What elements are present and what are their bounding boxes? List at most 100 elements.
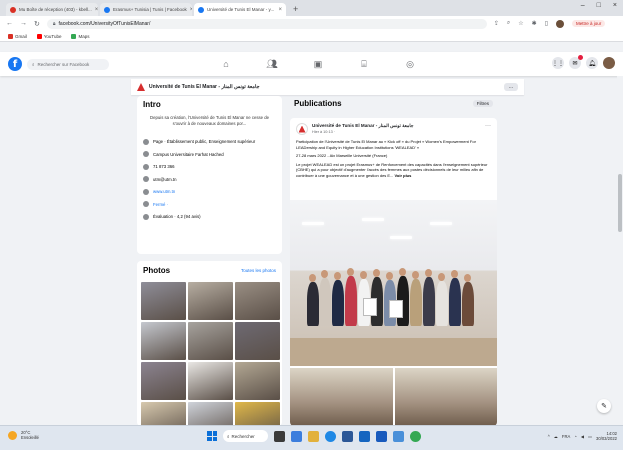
photo-thumbnail[interactable] — [188, 282, 233, 320]
post-photo-thumbnail[interactable] — [394, 368, 497, 426]
person — [410, 279, 422, 326]
photo-thumbnail[interactable] — [235, 322, 280, 360]
publications-header: Publications Filtres — [290, 96, 497, 110]
minimize-icon[interactable]: – — [581, 2, 585, 9]
new-tab-icon[interactable]: + — [288, 4, 303, 16]
facebook-nav-tabs: ⌂ 👥︎ ▣ ⌸ ◎ — [218, 52, 418, 76]
ceiling-light — [302, 222, 324, 225]
profile-avatar[interactable] — [556, 19, 565, 28]
intro-row-text: utm@utm.tn — [153, 176, 177, 182]
post-options-icon[interactable]: ··· — [485, 123, 491, 129]
bookmark-label: Maps — [78, 33, 90, 39]
volume-icon[interactable]: ◀ — [581, 434, 584, 439]
update-button[interactable]: Mettre à jour — [572, 20, 606, 27]
maximize-icon[interactable]: □ — [597, 2, 601, 9]
mail-icon[interactable] — [359, 430, 370, 442]
battery-icon[interactable]: ▭ — [588, 434, 592, 439]
taskbar-search[interactable]: ⌕ Rechercher — [223, 430, 268, 442]
url-field[interactable]: 🔒︎ facebook.com/UniversityOfTunisElManar… — [46, 18, 487, 29]
language-indicator[interactable]: FRA — [562, 434, 570, 439]
notifications-bell-icon[interactable]: 🔔︎ — [586, 57, 598, 69]
intro-description: Depuis sa création, l'Université de Tuni… — [149, 115, 270, 127]
reload-icon[interactable]: ↻ — [34, 20, 40, 28]
scrollbar-thumb[interactable] — [618, 174, 622, 232]
gmail-icon — [8, 33, 13, 39]
intro-row-hours: Fermé · — [143, 198, 276, 211]
photo-thumbnail[interactable] — [141, 322, 186, 360]
head — [309, 274, 316, 282]
new-message-icon[interactable]: ✎ — [597, 399, 611, 413]
university-logo-icon — [298, 125, 306, 133]
photo-thumbnail[interactable] — [188, 362, 233, 400]
clock-date: 30/03/2022 — [596, 436, 617, 442]
extensions-icon[interactable]: ✱ — [532, 20, 537, 27]
hours-link[interactable]: Fermé · — [153, 202, 168, 207]
photo-thumbnail[interactable] — [235, 282, 280, 320]
word-icon[interactable] — [376, 430, 387, 442]
home-icon[interactable]: ⌂ — [218, 59, 234, 69]
see-more-link[interactable]: Voir plus — [395, 173, 412, 178]
facebook-search-input[interactable]: ⌕ Rechercher sur Facebook — [27, 58, 109, 70]
post-date[interactable]: Hier à 10:13 · — [312, 130, 414, 134]
zoom-icon[interactable]: ⌕ — [507, 20, 510, 27]
filters-button[interactable]: Filtres — [472, 99, 493, 107]
head — [347, 268, 354, 276]
marketplace-icon[interactable]: ⌸ — [356, 59, 372, 70]
post-photo-thumbnail[interactable] — [290, 368, 393, 426]
tray-chevron-icon[interactable]: ^ — [548, 434, 550, 439]
forward-icon[interactable]: → — [20, 20, 27, 27]
photo-thumbnail[interactable] — [188, 322, 233, 360]
post-author[interactable]: Université de Tunis El Manar - جامعة تون… — [312, 123, 414, 129]
close-tab-icon[interactable]: × — [95, 7, 98, 13]
share-icon[interactable]: ⇪ — [494, 20, 499, 27]
close-tab-icon[interactable]: × — [278, 7, 282, 13]
photo-thumbnail[interactable] — [141, 362, 186, 400]
browser-tab-active[interactable]: Université de Tunis El Manar - y... × — [194, 3, 286, 16]
bookmark-maps[interactable]: Maps — [71, 33, 90, 39]
windows-start-icon[interactable] — [207, 431, 217, 441]
chat-icon[interactable] — [291, 430, 302, 442]
photos-app-icon[interactable] — [393, 430, 404, 442]
see-all-photos-link[interactable]: Toutes les photos — [241, 268, 276, 273]
account-avatar[interactable] — [603, 57, 615, 69]
website-link[interactable]: www.utm.tn — [153, 189, 175, 194]
onedrive-icon[interactable]: ☁ — [554, 434, 558, 439]
page-scrollbar[interactable] — [617, 76, 623, 424]
photo-thumbnail[interactable] — [235, 362, 280, 400]
friends-icon[interactable]: 👥︎ — [264, 59, 280, 70]
menu-grid-icon[interactable]: ⋮⋮ — [552, 57, 564, 69]
browser-tab[interactable]: Mu Boîte de réception (403) - kbell... × — [6, 3, 98, 16]
sidebar-icon[interactable]: ▯ — [545, 20, 548, 27]
post-main-photo[interactable] — [290, 200, 497, 366]
close-window-icon[interactable]: × — [613, 2, 617, 9]
post-author-avatar[interactable] — [296, 123, 308, 135]
store-icon[interactable] — [342, 430, 353, 442]
task-view-icon[interactable] — [274, 430, 285, 442]
groups-icon[interactable]: ◎ — [402, 59, 418, 70]
close-tab-icon[interactable]: × — [190, 7, 192, 13]
gmail-favicon-icon — [10, 6, 16, 13]
messenger-icon[interactable]: ✉ — [569, 55, 583, 69]
weather-widget[interactable]: 20°C Ensoleillé — [8, 430, 39, 441]
more-options-button[interactable]: ... — [504, 83, 518, 91]
taskbar-clock[interactable]: 14:02 30/03/2022 — [596, 431, 617, 442]
watch-icon[interactable]: ▣ — [310, 59, 326, 70]
browser-tab[interactable]: Erasmus+ Tunisia | Tunis | Facebook × — [100, 3, 192, 16]
email-icon — [143, 176, 149, 183]
page-title[interactable]: Université de Tunis El Manar - جامعة تون… — [149, 84, 260, 90]
edge-browser-icon[interactable] — [325, 430, 336, 442]
facebook-logo-icon[interactable]: f — [8, 57, 22, 71]
wifi-icon[interactable]: ◔ — [574, 434, 577, 439]
back-icon[interactable]: ← — [6, 20, 13, 27]
photo-thumbnail[interactable] — [141, 282, 186, 320]
person — [449, 278, 461, 326]
ceiling-light — [390, 236, 412, 239]
ceiling-light — [362, 218, 384, 221]
chrome-icon[interactable] — [410, 430, 421, 442]
bookmark-gmail[interactable]: Gmail — [8, 33, 27, 39]
browser-tab-strip: Mu Boîte de réception (403) - kbell... ×… — [0, 0, 623, 16]
bookmark-youtube[interactable]: YouTube — [36, 33, 61, 39]
bookmark-star-icon[interactable]: ☆ — [518, 20, 523, 27]
file-explorer-icon[interactable] — [308, 430, 319, 442]
post-text: Participation de l'Université de Tunis E… — [290, 137, 497, 179]
